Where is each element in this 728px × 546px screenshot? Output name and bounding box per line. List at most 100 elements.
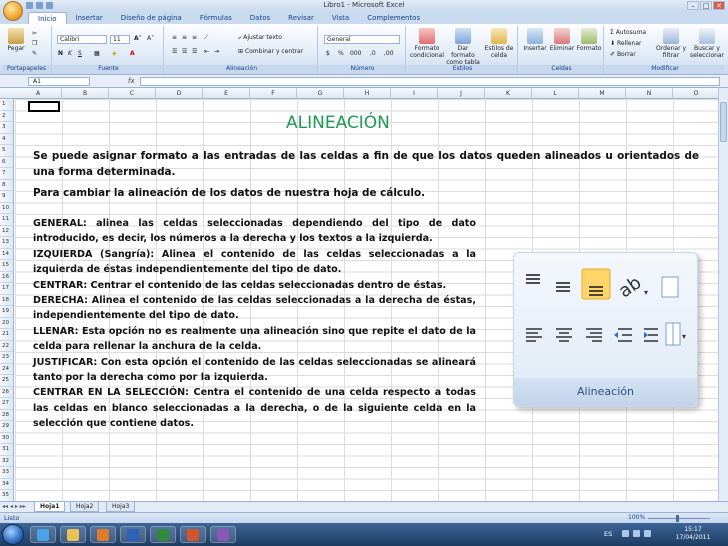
alignment-group-picture[interactable]: ab ▾ ▾ Alineación (513, 252, 698, 407)
sheet-nav-arrows[interactable]: ◂◂ ◂ ▸ ▸▸ (2, 503, 26, 510)
align-top-icon[interactable]: ≡ (172, 34, 177, 41)
column-header-n[interactable]: N (626, 88, 673, 99)
row-header-23[interactable]: 23 (0, 352, 13, 364)
font-name-box[interactable]: Calibri (57, 35, 107, 44)
row-header-27[interactable]: 27 (0, 398, 13, 410)
office-button[interactable] (3, 1, 23, 21)
paste-button[interactable]: Pegar (5, 28, 27, 52)
insert-cells-button[interactable]: Insertar (522, 28, 548, 52)
column-header-h[interactable]: H (344, 88, 391, 99)
clock[interactable]: 15:17 17/04/2011 (668, 526, 718, 542)
taskbar-media[interactable] (90, 526, 116, 543)
increase-indent-icon[interactable]: ⇥ (214, 48, 219, 55)
row-header-25[interactable]: 25 (0, 375, 13, 387)
format-as-table-button[interactable]: Dar formato como tabla (446, 28, 480, 66)
decrease-decimal-icon[interactable]: ,00 (384, 50, 394, 57)
row-header-13[interactable]: 13 (0, 237, 13, 249)
align-right-icon[interactable]: ☰ (192, 48, 197, 55)
sort-filter-button[interactable]: Ordenar y filtrar (654, 28, 688, 59)
conditional-format-button[interactable]: Formato condicional (410, 28, 444, 59)
column-header-a[interactable]: A (15, 88, 62, 99)
row-header-2[interactable]: 2 (0, 111, 13, 122)
row-header-31[interactable]: 31 (0, 444, 13, 456)
taskbar-explorer[interactable] (60, 526, 86, 543)
volume-icon[interactable] (633, 530, 640, 537)
row-header-6[interactable]: 6 (0, 157, 13, 168)
sheet-tab-hoja3[interactable]: Hoja3 (106, 502, 136, 512)
network-icon[interactable] (622, 530, 629, 537)
active-cell-a1[interactable] (28, 101, 60, 112)
flag-icon[interactable] (644, 530, 651, 537)
zoom-slider[interactable] (648, 518, 710, 519)
tab-revisar[interactable]: Revisar (279, 12, 323, 24)
close-button[interactable]: ✕ (713, 1, 725, 10)
italic-icon[interactable]: K (68, 50, 72, 57)
row-header-12[interactable]: 12 (0, 226, 13, 237)
currency-icon[interactable]: $ (326, 50, 330, 57)
tab-inicio[interactable]: Inicio (28, 12, 67, 24)
cell-styles-button[interactable]: Estilos de celda (482, 28, 516, 59)
row-header-20[interactable]: 20 (0, 318, 13, 329)
column-header-c[interactable]: C (109, 88, 156, 99)
column-header-i[interactable]: I (391, 88, 438, 99)
delete-cells-button[interactable]: Eliminar (549, 28, 575, 52)
row-header-7[interactable]: 7 (0, 168, 13, 180)
column-header-b[interactable]: B (62, 88, 109, 99)
scroll-thumb[interactable] (720, 102, 727, 142)
start-button[interactable] (2, 524, 24, 545)
row-header-1[interactable]: 1 (0, 99, 13, 111)
column-header-m[interactable]: M (579, 88, 626, 99)
row-header-3[interactable]: 3 (0, 122, 13, 134)
row-header-5[interactable]: 5 (0, 145, 13, 157)
formula-input[interactable] (140, 77, 720, 86)
row-header-15[interactable]: 15 (0, 260, 13, 272)
row-header-18[interactable]: 18 (0, 295, 13, 306)
row-header-29[interactable]: 29 (0, 421, 13, 433)
row-header-14[interactable]: 14 (0, 249, 13, 260)
row-header-10[interactable]: 10 (0, 203, 13, 214)
sheet-tab-hoja1[interactable]: Hoja1 (34, 502, 66, 512)
column-header-k[interactable]: K (485, 88, 532, 99)
increase-decimal-icon[interactable]: ,0 (370, 50, 376, 57)
row-header-11[interactable]: 11 (0, 214, 13, 226)
grow-font-icon[interactable]: A˄ (134, 35, 142, 42)
align-left-icon[interactable]: ☰ (172, 48, 177, 55)
decrease-indent-icon[interactable]: ⇤ (204, 48, 209, 55)
shrink-font-icon[interactable]: A˅ (147, 35, 154, 42)
autosum-button[interactable]: Σ Autosuma (610, 29, 646, 36)
column-header-j[interactable]: J (438, 88, 485, 99)
clear-button[interactable]: ✐ Borrar (610, 51, 636, 58)
column-header-l[interactable]: L (532, 88, 579, 99)
tab-insertar[interactable]: Insertar (67, 12, 112, 24)
fill-color-icon[interactable]: ◈ (112, 50, 117, 57)
taskbar-excel[interactable] (150, 526, 176, 543)
row-header-22[interactable]: 22 (0, 341, 13, 352)
cut-icon[interactable]: ✂ (32, 30, 37, 37)
tab-formulas[interactable]: Fórmulas (191, 12, 241, 24)
number-format-box[interactable]: General (324, 35, 400, 44)
maximize-button[interactable]: □ (700, 1, 712, 10)
row-header-21[interactable]: 21 (0, 329, 13, 341)
percent-icon[interactable]: % (338, 50, 344, 57)
format-painter-icon[interactable]: ✎ (32, 50, 37, 57)
row-header-16[interactable]: 16 (0, 272, 13, 283)
row-header-30[interactable]: 30 (0, 433, 13, 444)
column-header-e[interactable]: E (203, 88, 250, 99)
tab-datos[interactable]: Datos (241, 12, 279, 24)
column-header-o[interactable]: O (673, 88, 720, 99)
orientation-icon[interactable]: ⟋ (204, 34, 208, 42)
row-header-4[interactable]: 4 (0, 134, 13, 145)
row-header-24[interactable]: 24 (0, 364, 13, 375)
tab-vista[interactable]: Vista (323, 12, 358, 24)
find-select-button[interactable]: Buscar y seleccionar (690, 28, 724, 59)
format-cells-button[interactable]: Formato (576, 28, 602, 52)
taskbar-powerpoint[interactable] (180, 526, 206, 543)
row-header-33[interactable]: 33 (0, 467, 13, 479)
tab-complementos[interactable]: Complementos (358, 12, 429, 24)
font-size-box[interactable]: 11 (110, 35, 130, 44)
wrap-text-button[interactable]: ⤶ Ajustar texto (238, 34, 282, 42)
row-header-26[interactable]: 26 (0, 387, 13, 398)
row-header-32[interactable]: 32 (0, 456, 13, 467)
language-indicator[interactable]: ES (604, 530, 612, 538)
taskbar-app[interactable] (210, 526, 236, 543)
